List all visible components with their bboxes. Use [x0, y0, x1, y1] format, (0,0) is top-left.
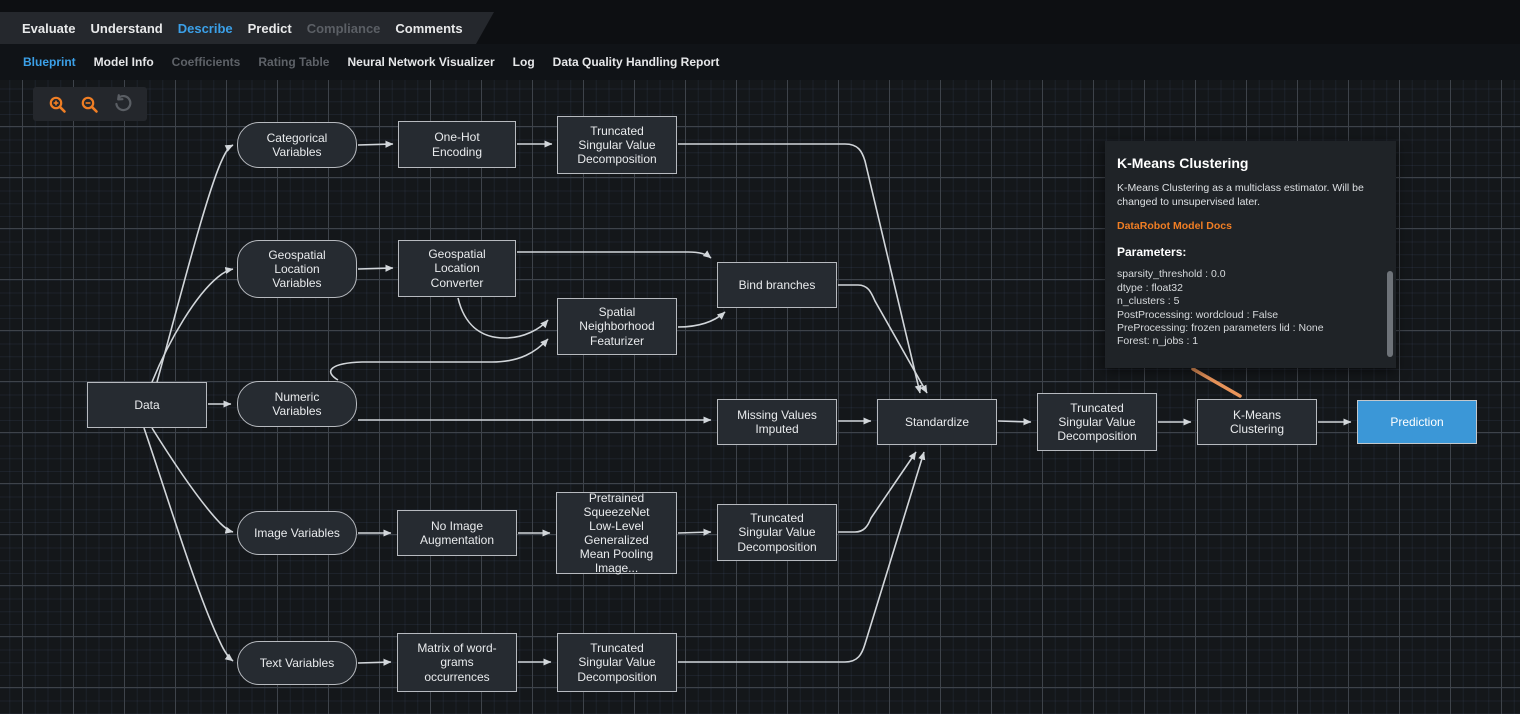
tooltip-parameter: PostProcessing: wordcloud : False: [1117, 309, 1382, 322]
edge-spatial-bind: [678, 312, 725, 327]
edge-data-geospatial: [152, 269, 233, 382]
edge-bind-standardize: [838, 285, 927, 393]
zoom-toolbar: [33, 87, 147, 121]
tab-comments[interactable]: Comments: [395, 21, 462, 36]
node-tsvd-categorical[interactable]: Truncated Singular Value Decomposition: [557, 116, 677, 174]
node-categorical-variables[interactable]: Categorical Variables: [237, 122, 357, 168]
node-numeric-variables[interactable]: Numeric Variables: [237, 381, 357, 427]
node-tsvd-text[interactable]: Truncated Singular Value Decomposition: [557, 633, 677, 692]
node-label: Prediction: [1390, 415, 1443, 429]
node-missing-values-imputed[interactable]: Missing Values Imputed: [717, 399, 837, 445]
edge-numeric-spatial: [331, 339, 548, 380]
edge-data-text: [144, 428, 233, 661]
node-no-image-augmentation[interactable]: No Image Augmentation: [397, 510, 517, 556]
edge-categorical-onehot: [358, 144, 393, 145]
subtab-coefficients: Coefficients: [172, 55, 241, 69]
edge-data-categorical: [157, 145, 233, 382]
subtab-model-info[interactable]: Model Info: [94, 55, 154, 69]
edge-geovar-geoconv: [358, 268, 393, 269]
node-one-hot-encoding[interactable]: One-Hot Encoding: [398, 121, 516, 168]
subtab-log[interactable]: Log: [513, 55, 535, 69]
tooltip-parameter: sparsity_threshold : 0.0: [1117, 268, 1382, 281]
edge-geoconv-bind: [517, 252, 711, 258]
node-tsvd-main[interactable]: Truncated Singular Value Decomposition: [1037, 393, 1157, 451]
node-label: Bind branches: [739, 278, 816, 292]
node-tooltip-kmeans: K-Means Clustering K-Means Clustering as…: [1105, 141, 1396, 368]
subtab-neural-network-visualizer[interactable]: Neural Network Visualizer: [347, 55, 494, 69]
node-label: Image Variables: [254, 526, 340, 540]
node-label: One-Hot Encoding: [411, 130, 503, 158]
node-bind-branches[interactable]: Bind branches: [717, 262, 837, 308]
node-label: Text Variables: [260, 656, 334, 670]
tab-predict[interactable]: Predict: [248, 21, 292, 36]
tooltip-description: K-Means Clustering as a multiclass estim…: [1117, 181, 1382, 209]
edge-standardize-tsvd: [998, 421, 1031, 422]
node-geospatial-location-converter[interactable]: Geospatial Location Converter: [398, 240, 516, 297]
reset-view-icon[interactable]: [112, 93, 134, 115]
node-label: Pretrained SqueezeNet Low-Level Generali…: [569, 491, 664, 576]
node-pretrained-squeezenet[interactable]: Pretrained SqueezeNet Low-Level Generali…: [556, 492, 677, 574]
tab-understand[interactable]: Understand: [90, 21, 162, 36]
node-text-variables[interactable]: Text Variables: [237, 641, 357, 685]
node-standardize[interactable]: Standardize: [877, 399, 997, 445]
edge-geoconv-spatial: [458, 298, 548, 338]
node-prediction[interactable]: Prediction: [1357, 400, 1477, 444]
primary-nav: Evaluate Understand Describe Predict Com…: [0, 0, 1520, 44]
node-label: Geospatial Location Variables: [252, 248, 342, 290]
tooltip-connector-line: [1193, 369, 1240, 396]
edge-data-image: [152, 428, 233, 532]
node-label: Truncated Singular Value Decomposition: [1050, 401, 1144, 443]
node-label: Categorical Variables: [252, 131, 342, 159]
node-matrix-word-grams[interactable]: Matrix of word-grams occurrences: [397, 633, 517, 692]
node-geospatial-location-variables[interactable]: Geospatial Location Variables: [237, 240, 357, 298]
node-label: K-Means Clustering: [1210, 408, 1304, 436]
node-label: No Image Augmentation: [410, 519, 504, 547]
node-label: Data: [134, 398, 159, 412]
edge-pretrained-tsvd: [678, 532, 711, 533]
node-kmeans-clustering[interactable]: K-Means Clustering: [1197, 399, 1317, 445]
tooltip-title: K-Means Clustering: [1117, 155, 1382, 171]
node-label: Spatial Neighborhood Featurizer: [570, 305, 664, 347]
node-label: Truncated Singular Value Decomposition: [570, 641, 664, 683]
blueprint-canvas[interactable]: Data Categorical Variables One-Hot Encod…: [0, 80, 1520, 714]
node-label: Matrix of word-grams occurrences: [410, 641, 504, 683]
subtab-rating-table: Rating Table: [258, 55, 329, 69]
node-spatial-neighborhood-featurizer[interactable]: Spatial Neighborhood Featurizer: [557, 298, 677, 355]
subtab-data-quality-handling-report[interactable]: Data Quality Handling Report: [553, 55, 720, 69]
tooltip-parameters-label: Parameters:: [1117, 245, 1382, 259]
subtab-blueprint[interactable]: Blueprint: [23, 55, 76, 69]
node-data[interactable]: Data: [87, 382, 207, 428]
tooltip-parameter: n_clusters : 5: [1117, 295, 1382, 308]
node-label: Truncated Singular Value Decomposition: [570, 124, 664, 166]
tab-describe[interactable]: Describe: [178, 21, 233, 36]
tooltip-scrollbar[interactable]: [1387, 271, 1393, 357]
edge-tsvdimage-standardize: [838, 452, 916, 532]
node-label: Numeric Variables: [252, 390, 342, 418]
tab-compliance: Compliance: [307, 21, 381, 36]
tab-evaluate[interactable]: Evaluate: [22, 21, 75, 36]
tooltip-parameter: Forest: n_jobs : 1: [1117, 335, 1382, 348]
node-image-variables[interactable]: Image Variables: [237, 511, 357, 555]
zoom-in-icon[interactable]: [46, 93, 68, 115]
secondary-nav: Blueprint Model Info Coefficients Rating…: [0, 44, 1520, 80]
tooltip-parameter: PreProcessing: frozen parameters lid : N…: [1117, 322, 1382, 335]
edge-textvar-matrix: [358, 662, 391, 663]
zoom-out-icon[interactable]: [79, 93, 101, 115]
node-tsvd-image[interactable]: Truncated Singular Value Decomposition: [717, 504, 837, 561]
tooltip-docs-link[interactable]: DataRobot Model Docs: [1117, 220, 1382, 232]
node-label: Truncated Singular Value Decomposition: [730, 511, 824, 553]
tooltip-parameter: dtype : float32: [1117, 282, 1382, 295]
main-header: Evaluate Understand Describe Predict Com…: [0, 0, 1520, 80]
node-label: Standardize: [905, 415, 969, 429]
node-label: Missing Values Imputed: [730, 408, 824, 436]
node-label: Geospatial Location Converter: [411, 247, 503, 289]
